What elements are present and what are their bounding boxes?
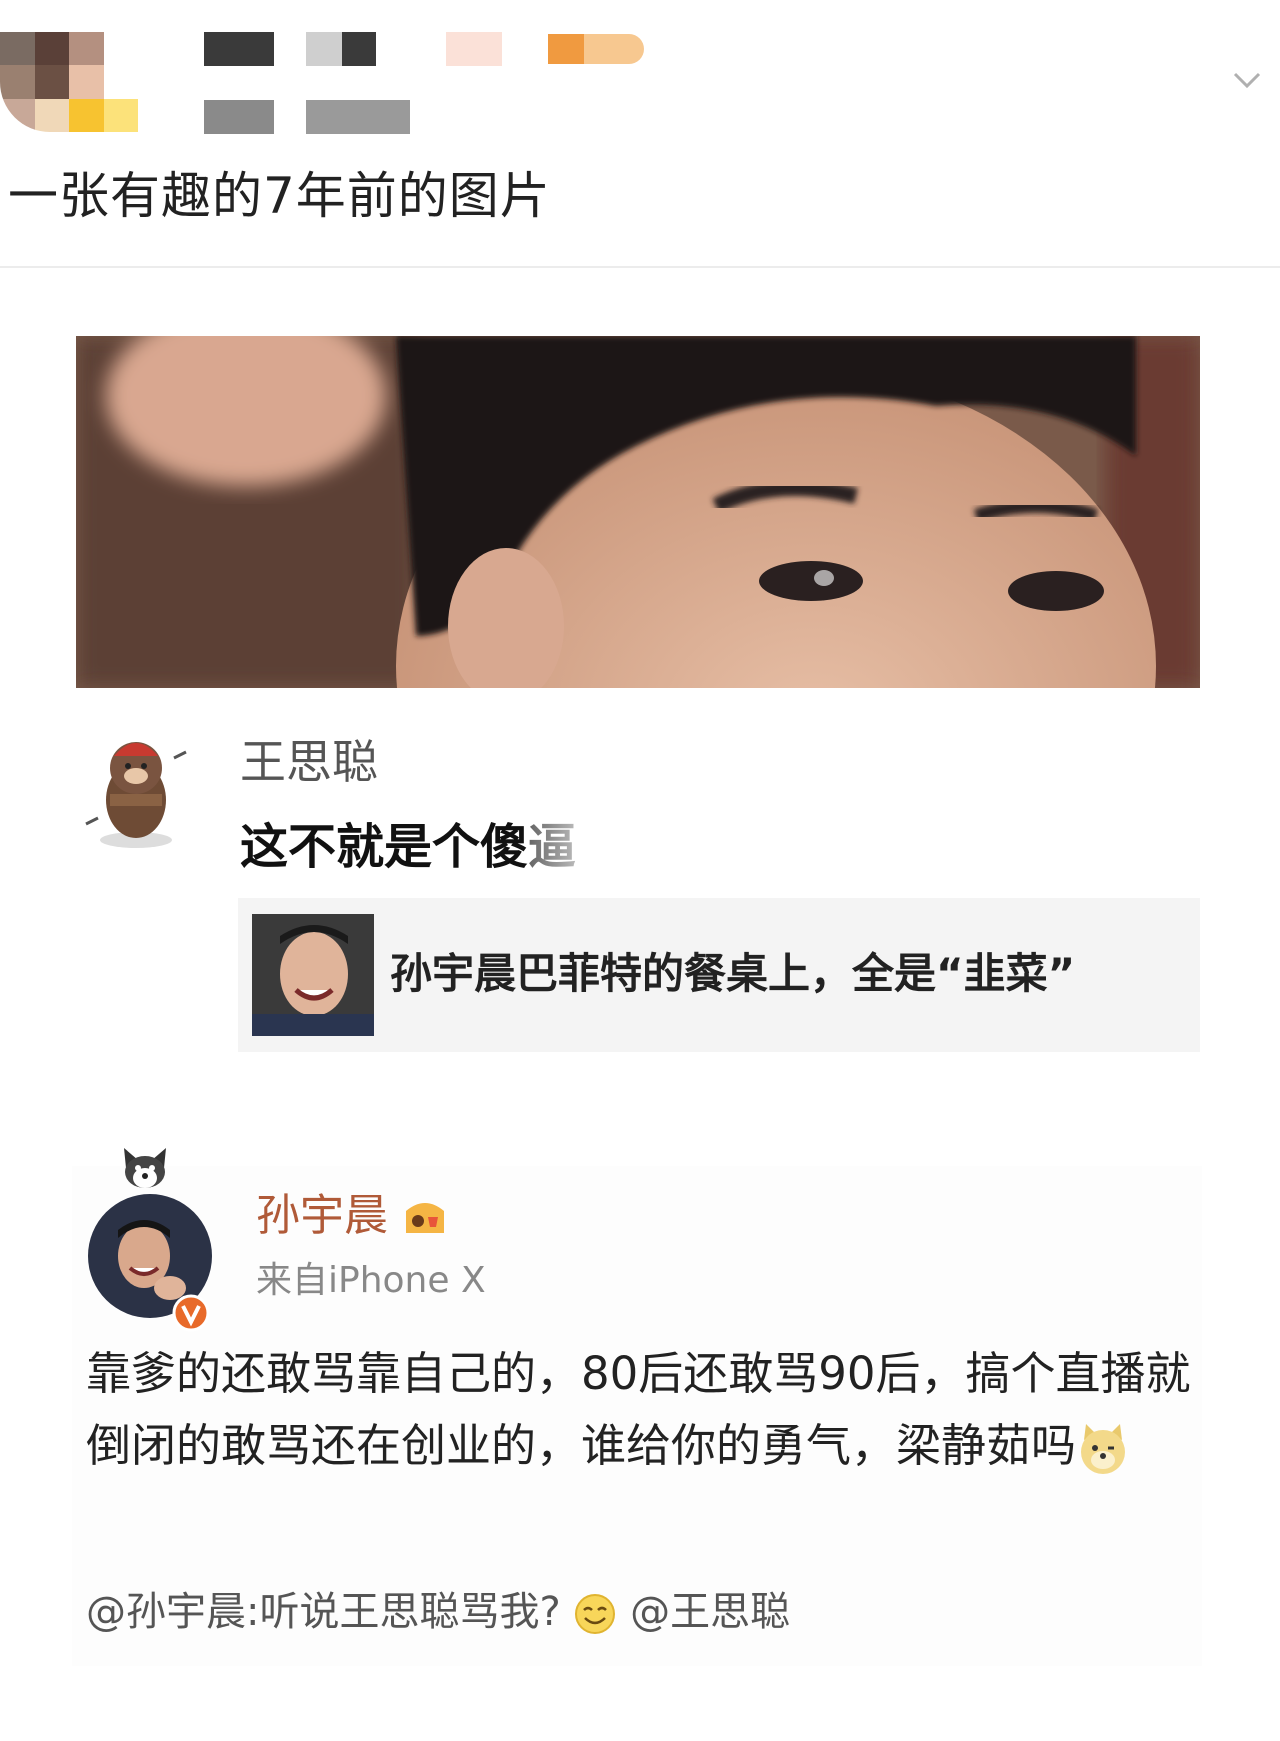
- article-thumbnail: [252, 914, 374, 1036]
- chevron-down-icon[interactable]: [1232, 64, 1262, 94]
- weibo-post-text: 靠爹的还敢骂靠自己的，80后还敢骂90后，搞个直播就倒闭的敢骂还在创业的，谁给你…: [86, 1338, 1196, 1482]
- weibo-author-label: 孙宇晨: [256, 1190, 388, 1241]
- article-title: 孙宇晨巴菲特的餐桌上，全是“韭菜”: [390, 949, 1076, 998]
- vip-badge-icon: [406, 1203, 444, 1233]
- meta-mosaic: [306, 100, 410, 134]
- weibo-body-text: 靠爹的还敢骂靠自己的，80后还敢骂90后，搞个直播就倒闭的敢骂还在创业的，谁给你…: [86, 1347, 1191, 1472]
- author-avatar[interactable]: [0, 32, 138, 132]
- verified-badge-icon: [172, 1294, 210, 1332]
- reply-mention-line: @孙宇晨:听说王思聪骂我? @王思聪: [86, 1584, 790, 1640]
- post-header: 一张有趣的7年前的图片: [0, 0, 1280, 268]
- username-mosaic: [342, 32, 376, 66]
- post-source: 来自iPhone X: [256, 1260, 486, 1301]
- username-mosaic: [306, 32, 342, 66]
- post-image[interactable]: [76, 336, 1200, 688]
- doge-emoji: [1081, 1424, 1126, 1474]
- meta-mosaic: [204, 100, 274, 134]
- comment-author[interactable]: 王思聪: [240, 734, 378, 790]
- weibo-post-card: 孙宇晨 来自iPhone X 靠爹的还敢骂靠自己的，80后还敢骂90后，搞个直播…: [72, 1148, 1202, 1666]
- username-mosaic: [204, 32, 274, 66]
- badge-mosaic: [446, 32, 502, 66]
- badge-mosaic: [584, 34, 644, 64]
- bear-sticker-avatar[interactable]: [74, 728, 206, 860]
- smile-emoji: [575, 1594, 616, 1634]
- mention-prefix[interactable]: @孙宇晨:听说王思聪骂我?: [86, 1589, 561, 1635]
- divider: [0, 266, 1280, 268]
- weibo-author-name[interactable]: 孙宇晨: [256, 1188, 448, 1244]
- quoted-article-card[interactable]: 孙宇晨巴菲特的餐桌上，全是“韭菜”: [238, 898, 1200, 1052]
- comment-text: 这不就是个傻逼: [240, 819, 577, 875]
- post-title: 一张有趣的7年前的图片: [8, 167, 551, 225]
- husky-pendant-icon: [124, 1148, 166, 1188]
- mention-target[interactable]: @王思聪: [630, 1589, 790, 1635]
- censor-smudge: [528, 816, 608, 880]
- badge-mosaic: [548, 34, 584, 64]
